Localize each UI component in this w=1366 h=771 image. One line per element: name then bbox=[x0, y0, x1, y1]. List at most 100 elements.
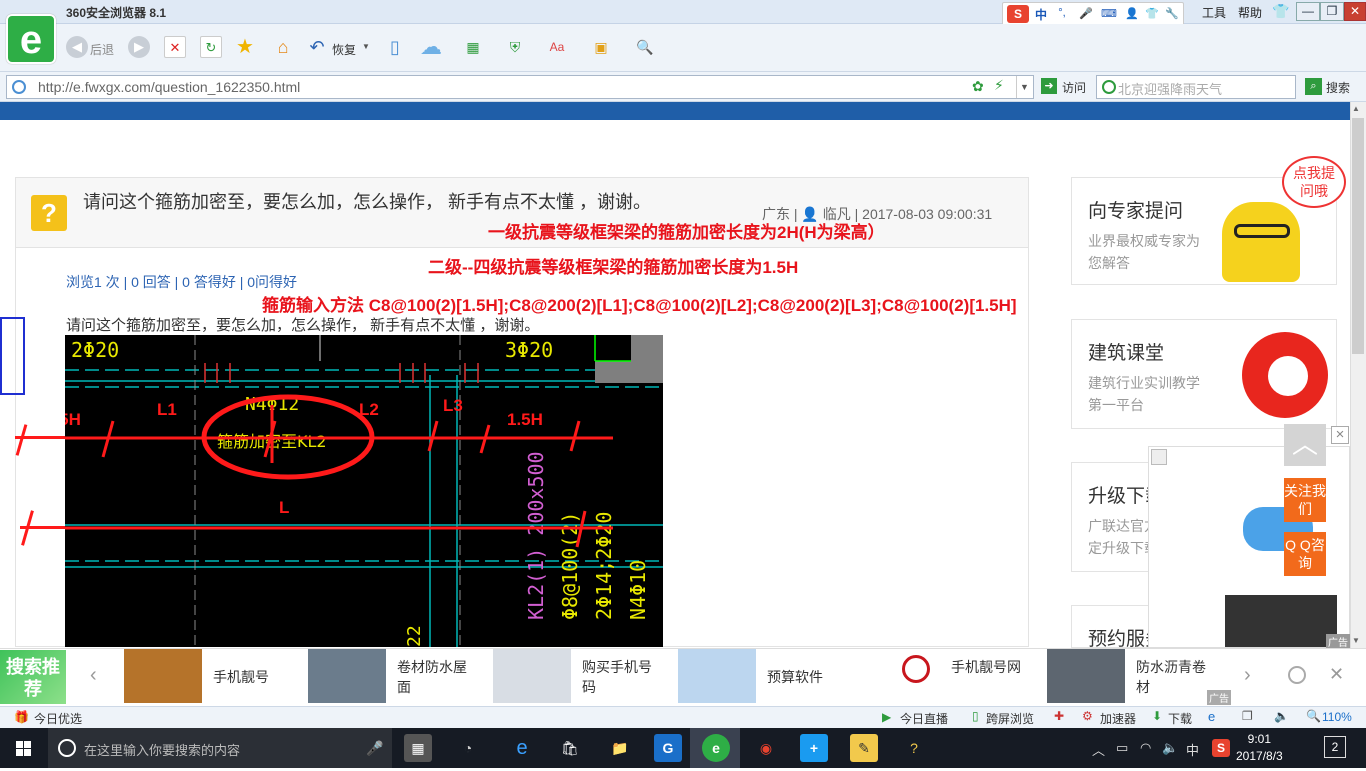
undo-icon[interactable]: ↶ bbox=[306, 36, 328, 58]
app-swirl-icon[interactable]: ◉ bbox=[752, 734, 780, 762]
recommend-item-2[interactable]: 卷材防水屋面 bbox=[397, 657, 467, 697]
app-plus-icon[interactable]: + bbox=[800, 734, 828, 762]
status-zoom[interactable]: 110% bbox=[1322, 710, 1352, 724]
scroll-thumb[interactable] bbox=[1352, 118, 1364, 354]
task-view-icon[interactable]: ▦ bbox=[404, 734, 432, 762]
close-button[interactable]: ✕ bbox=[1344, 2, 1366, 21]
tools-icon[interactable]: 🔧 bbox=[1165, 7, 1179, 21]
search-placeholder[interactable]: 北京迎强降雨天气 bbox=[1118, 79, 1222, 98]
recommend-thumb-4[interactable] bbox=[678, 649, 756, 703]
sogou-tray-icon[interactable]: S bbox=[1212, 739, 1230, 757]
visit-button[interactable]: 访问 bbox=[1062, 79, 1086, 96]
notification-center-button[interactable]: 2 bbox=[1324, 736, 1346, 758]
follow-us-button[interactable]: 关注我们 bbox=[1284, 478, 1326, 522]
shirt-icon[interactable]: 👕 bbox=[1272, 3, 1289, 20]
visit-arrow-icon[interactable]: ➜ bbox=[1041, 78, 1057, 94]
search-icon[interactable]: ⌕ bbox=[1305, 78, 1322, 95]
gear-icon[interactable] bbox=[1288, 666, 1306, 684]
start-button[interactable] bbox=[0, 728, 48, 768]
wifi-icon[interactable]: ◠ bbox=[1140, 740, 1151, 756]
file-explorer-icon[interactable]: 📁 bbox=[606, 734, 634, 762]
search-button[interactable]: 搜索 bbox=[1326, 79, 1350, 96]
stop-icon[interactable]: ✕ bbox=[164, 36, 186, 58]
tray-expand-icon[interactable]: ︿ bbox=[1092, 740, 1105, 759]
status-cross-screen[interactable]: 跨屏浏览 bbox=[986, 710, 1034, 727]
windows-logo-icon[interactable] bbox=[0, 728, 48, 768]
sidebar-card-classroom[interactable]: 建筑课堂 建筑行业实训教学第一平台 bbox=[1071, 319, 1337, 429]
question-stats[interactable]: 浏览1 次 | 0 回答 | 0 答得好 | 0问得好 bbox=[66, 272, 297, 292]
sogou-logo-icon[interactable]: S bbox=[1007, 5, 1029, 23]
back-button[interactable]: 后退 bbox=[90, 41, 114, 58]
back-to-top-button[interactable]: ︿ bbox=[1284, 424, 1326, 466]
qq-consult-button[interactable]: Q Q咨询 bbox=[1284, 532, 1326, 576]
microphone-icon[interactable]: 🎤 bbox=[1079, 7, 1093, 21]
skin-icon[interactable]: 👕 bbox=[1145, 7, 1159, 21]
browser-task-icon[interactable]: ◔ bbox=[454, 734, 482, 762]
plus-icon[interactable]: ✚ bbox=[1054, 709, 1064, 723]
tray-ime[interactable]: 中 bbox=[1186, 740, 1199, 759]
float-close-button[interactable]: × bbox=[1331, 426, 1349, 444]
recommend-item-4[interactable]: 预算软件 bbox=[767, 667, 823, 687]
address-dropdown-icon[interactable]: ▼ bbox=[1016, 76, 1032, 98]
ime-language[interactable]: 中 bbox=[1035, 6, 1047, 23]
forward-arrow-icon[interactable]: ▶ bbox=[128, 36, 150, 58]
menu-tools[interactable]: 工具 bbox=[1202, 4, 1226, 21]
back-arrow-icon[interactable]: ◀ bbox=[66, 36, 88, 58]
recommend-thumb-6[interactable] bbox=[1047, 649, 1125, 703]
ime-toolbar[interactable]: S 中 °, 🎤 ⌨ 👤 👕 🔧 bbox=[1002, 2, 1184, 26]
scroll-up-icon[interactable]: ▲ bbox=[1352, 104, 1360, 113]
volume-icon[interactable]: 🔈 bbox=[1274, 709, 1289, 723]
status-accelerator[interactable]: 加速器 bbox=[1100, 710, 1136, 727]
apps-grid-icon[interactable]: ▦ bbox=[462, 36, 484, 58]
recommend-prev-icon[interactable]: ‹ bbox=[90, 664, 97, 687]
tray-device-icon[interactable]: ▭ bbox=[1116, 740, 1128, 756]
search-engine-icon[interactable] bbox=[1102, 80, 1116, 94]
microphone-icon[interactable]: 🎤 bbox=[366, 740, 383, 757]
restore-button[interactable]: ❐ bbox=[1320, 2, 1344, 21]
ask-bubble[interactable]: 点我提问哦 bbox=[1282, 156, 1346, 208]
refresh-icon[interactable]: ↻ bbox=[200, 36, 222, 58]
zoom-icon[interactable]: 🔍 bbox=[634, 36, 656, 58]
window-icon[interactable]: ❐ bbox=[1242, 709, 1253, 723]
address-url[interactable]: http://e.fwxgx.com/question_1622350.html bbox=[38, 79, 300, 95]
punctuation-icon[interactable]: °, bbox=[1055, 7, 1069, 21]
recommend-thumb-1[interactable] bbox=[124, 649, 202, 703]
status-today-picks[interactable]: 今日优选 bbox=[34, 710, 82, 727]
menu-help[interactable]: 帮助 bbox=[1238, 4, 1262, 21]
notes-icon[interactable]: ✎ bbox=[850, 734, 878, 762]
restore-tab-button[interactable]: 恢复 bbox=[332, 41, 356, 58]
screenshot-icon[interactable]: ▣ bbox=[590, 36, 612, 58]
favorite-star-icon[interactable]: ★ bbox=[234, 36, 256, 58]
home-icon[interactable]: ⌂ bbox=[272, 36, 294, 58]
edge-icon[interactable]: e bbox=[508, 734, 536, 762]
status-live[interactable]: 今日直播 bbox=[900, 710, 948, 727]
speaker-icon[interactable]: 🔈 bbox=[1162, 740, 1178, 756]
user-icon[interactable]: 👤 bbox=[1125, 7, 1139, 21]
recommend-thumb-3[interactable] bbox=[493, 649, 571, 703]
browser-logo[interactable]: e bbox=[6, 14, 56, 64]
taskbar-search-placeholder[interactable]: 在这里输入你要搜索的内容 bbox=[84, 740, 240, 759]
recommend-item-1[interactable]: 手机靓号 bbox=[213, 667, 269, 687]
app-g-icon[interactable]: G bbox=[654, 734, 682, 762]
mobile-icon[interactable]: ▯ bbox=[384, 36, 406, 58]
security-shield-icon[interactable]: ⛨ bbox=[504, 36, 526, 58]
taskbar-clock[interactable]: 9:01 2017/8/3 bbox=[1236, 731, 1283, 765]
recommend-item-3[interactable]: 购买手机号码 bbox=[582, 657, 652, 697]
ie-icon[interactable]: e bbox=[1208, 709, 1215, 724]
zoom-level-icon[interactable]: 🔍 bbox=[1306, 709, 1321, 723]
recommend-item-6[interactable]: 防水沥青卷材 bbox=[1136, 657, 1206, 697]
360-browser-task-icon[interactable]: e bbox=[702, 734, 730, 762]
close-icon[interactable]: ✕ bbox=[1329, 664, 1344, 685]
minimize-button[interactable]: — bbox=[1296, 2, 1320, 21]
scroll-down-icon[interactable]: ▼ bbox=[1352, 636, 1360, 645]
translate-icon[interactable]: Aa bbox=[546, 36, 568, 58]
speed-mode-icon[interactable]: ⚡ bbox=[994, 77, 1004, 94]
restore-dropdown-icon[interactable]: ▼ bbox=[362, 42, 370, 51]
keyboard-icon[interactable]: ⌨ bbox=[1101, 7, 1117, 21]
cloud-icon[interactable]: ☁ bbox=[416, 36, 446, 58]
recommend-thumb-5[interactable] bbox=[862, 649, 940, 703]
recommend-item-5[interactable]: 手机靓号网 bbox=[951, 657, 1021, 677]
cortana-icon[interactable] bbox=[58, 739, 76, 757]
status-download[interactable]: 下载 bbox=[1168, 710, 1192, 727]
recommend-next-icon[interactable]: › bbox=[1244, 664, 1251, 687]
